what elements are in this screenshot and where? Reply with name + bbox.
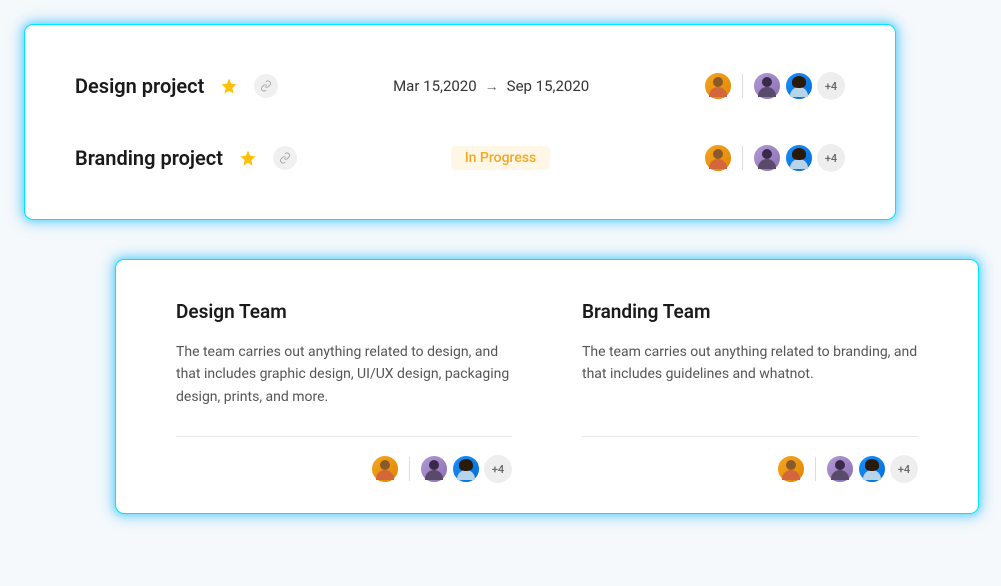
team-card: Design Team The team carries out anythin… (176, 300, 512, 483)
avatar[interactable] (704, 144, 732, 172)
team-avatars: +4 (582, 455, 918, 483)
link-icon[interactable] (254, 74, 278, 98)
avatar[interactable] (826, 455, 854, 483)
team-title: Design Team (176, 300, 512, 323)
star-icon[interactable] (238, 148, 258, 168)
teams-card: Design Team The team carries out anythin… (116, 260, 978, 513)
avatar[interactable] (785, 72, 813, 100)
project-row[interactable]: Design project Mar 15,2020 → Sep 15,2020… (75, 50, 845, 122)
project-date-range: Mar 15,2020 → Sep 15,2020 (278, 77, 704, 95)
team-card: Branding Team The team carries out anyth… (582, 300, 918, 483)
date-start: Mar 15,2020 (393, 77, 477, 95)
avatar-more-count[interactable]: +4 (484, 455, 512, 483)
avatar[interactable] (420, 455, 448, 483)
team-avatars: +4 (176, 455, 512, 483)
avatar-more-count[interactable]: +4 (890, 455, 918, 483)
date-end: Sep 15,2020 (507, 77, 590, 95)
avatar[interactable] (452, 455, 480, 483)
project-avatars: +4 (704, 72, 845, 100)
avatar-more-count[interactable]: +4 (817, 72, 845, 100)
avatar[interactable] (704, 72, 732, 100)
link-icon[interactable] (273, 146, 297, 170)
avatar[interactable] (753, 72, 781, 100)
project-row[interactable]: Branding project In Progress +4 (75, 122, 845, 194)
avatar[interactable] (753, 144, 781, 172)
divider (176, 436, 512, 437)
team-description: The team carries out anything related to… (582, 341, 918, 411)
project-status: In Progress (297, 146, 704, 170)
avatar[interactable] (858, 455, 886, 483)
avatar[interactable] (777, 455, 805, 483)
team-title: Branding Team (582, 300, 918, 323)
project-avatars: +4 (704, 144, 845, 172)
avatar-divider (742, 146, 743, 170)
status-badge: In Progress (451, 146, 551, 170)
avatar[interactable] (785, 144, 813, 172)
project-name: Branding project (75, 146, 223, 170)
project-name: Design project (75, 74, 204, 98)
star-icon[interactable] (219, 76, 239, 96)
projects-card: Design project Mar 15,2020 → Sep 15,2020… (25, 25, 895, 219)
arrow-right-icon: → (485, 78, 499, 95)
avatar-divider (815, 457, 816, 481)
avatar-more-count[interactable]: +4 (817, 144, 845, 172)
avatar[interactable] (371, 455, 399, 483)
avatar-divider (742, 74, 743, 98)
avatar-divider (409, 457, 410, 481)
divider (582, 436, 918, 437)
team-description: The team carries out anything related to… (176, 341, 512, 411)
